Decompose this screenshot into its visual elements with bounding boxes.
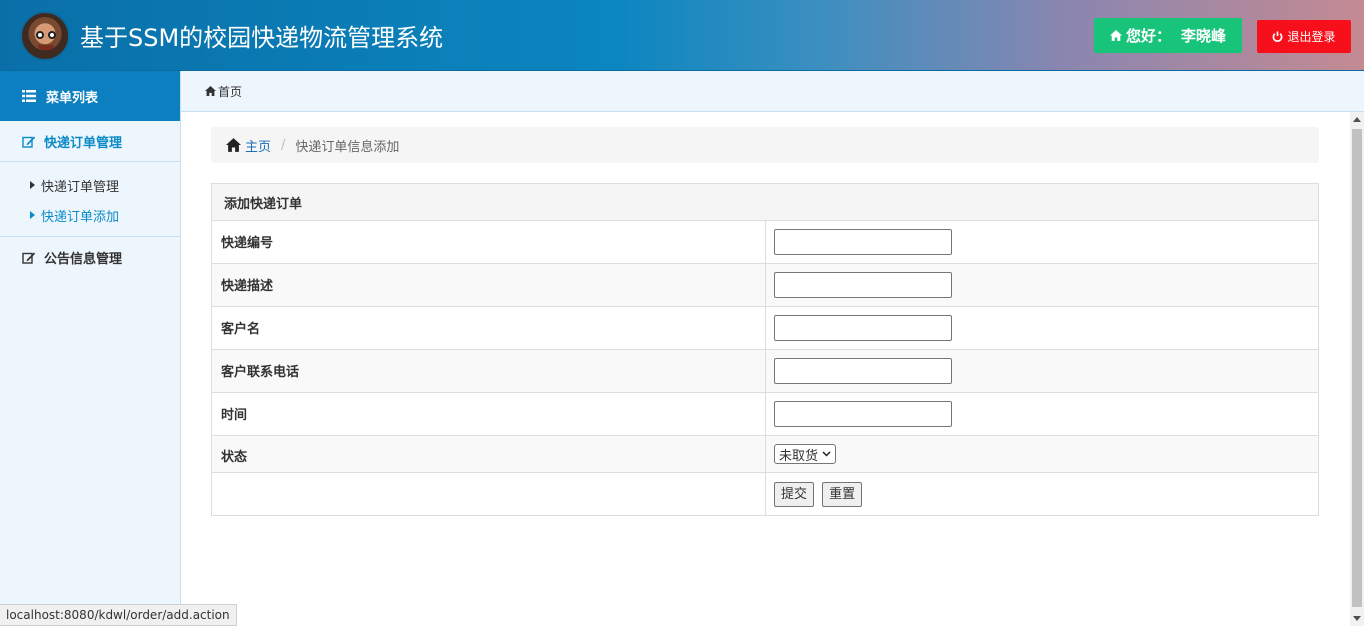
- field-label: 状态: [211, 435, 766, 473]
- sidebar-item-label: 快递订单添加: [41, 209, 120, 225]
- status-value: 未取货: [779, 448, 819, 464]
- time-input[interactable]: [774, 401, 952, 427]
- sidebar-item-order-manage[interactable]: 快递订单管理: [0, 170, 180, 200]
- express-desc-input[interactable]: [774, 272, 952, 298]
- field-label: 客户名: [211, 306, 766, 350]
- browser-status-url: localhost:8080/kdwl/order/add.action: [0, 604, 237, 626]
- edit-icon: [22, 252, 36, 264]
- caret-right-icon: [30, 211, 35, 219]
- chevron-down-icon: [822, 451, 831, 457]
- reset-button[interactable]: 重置: [822, 481, 863, 507]
- breadcrumb-separator: /: [281, 137, 286, 153]
- field-label: 快递描述: [211, 263, 766, 307]
- status-select[interactable]: 未取货: [774, 444, 837, 464]
- scroll-thumb[interactable]: [1352, 129, 1362, 607]
- breadcrumb-current: 快递订单信息添加: [295, 139, 400, 155]
- field-label: 快递编号: [211, 220, 766, 264]
- breadcrumb: 主页 / 快递订单信息添加: [211, 127, 1319, 163]
- customer-name-input[interactable]: [774, 315, 952, 341]
- vertical-scrollbar[interactable]: [1350, 112, 1364, 626]
- breadcrumb-home[interactable]: 主页: [226, 136, 271, 155]
- menu-title: 菜单列表: [46, 90, 99, 106]
- order-form: 添加快递订单 快递编号 快递描述 客户名 客户联系电话 时间 状态 未取货 提交…: [211, 183, 1319, 516]
- logout-button[interactable]: 退出登录: [1257, 20, 1351, 53]
- submit-button[interactable]: 提交: [774, 481, 815, 507]
- edit-icon: [22, 136, 36, 148]
- top-header: 基于SSM的校园快递物流管理系统 您好： 李晓峰 退出登录: [0, 0, 1364, 71]
- sidebar-item-order-add[interactable]: 快递订单添加: [0, 200, 180, 230]
- field-label: 客户联系电话: [211, 349, 766, 393]
- logout-label: 退出登录: [1287, 30, 1336, 44]
- main-content: 主页 / 快递订单信息添加 添加快递订单 快递编号 快递描述 客户名 客户联系电…: [181, 112, 1350, 626]
- form-caption: 添加快递订单: [211, 183, 1319, 221]
- empty-cell: [211, 472, 766, 516]
- customer-phone-input[interactable]: [774, 358, 952, 384]
- home-icon: [226, 138, 241, 152]
- home-icon: [205, 86, 216, 96]
- caret-right-icon: [30, 181, 35, 189]
- menu-header: 菜单列表: [0, 71, 180, 121]
- express-no-input[interactable]: [774, 229, 952, 255]
- breadcrumb-home-label: 主页: [245, 139, 272, 155]
- sidebar-item-label: 快递订单管理: [41, 179, 120, 195]
- tab-bar: 首页: [181, 71, 1364, 112]
- sidebar-group-notice[interactable]: 公告信息管理: [0, 237, 180, 278]
- scroll-up-icon[interactable]: [1353, 117, 1361, 122]
- sidebar-group-label: 公告信息管理: [44, 252, 123, 267]
- logo-avatar: [20, 11, 70, 61]
- user-greeting: 您好： 李晓峰: [1094, 18, 1242, 53]
- power-icon: [1273, 31, 1283, 42]
- home-icon: [1109, 30, 1122, 41]
- sidebar: 菜单列表 快递订单管理 快递订单管理 快递订单添加 公告信息管理: [0, 71, 181, 626]
- sidebar-group-order[interactable]: 快递订单管理: [0, 121, 180, 162]
- list-icon: [22, 90, 36, 102]
- user-name: 李晓峰: [1181, 27, 1227, 45]
- sidebar-group-label: 快递订单管理: [44, 135, 123, 151]
- greeting-label: 您好：: [1125, 27, 1171, 45]
- field-label: 时间: [211, 392, 766, 436]
- tab-home[interactable]: 首页: [218, 83, 242, 100]
- app-title: 基于SSM的校园快递物流管理系统: [80, 24, 444, 52]
- scroll-down-icon[interactable]: [1353, 616, 1361, 621]
- sidebar-submenu: 快递订单管理 快递订单添加: [0, 162, 180, 237]
